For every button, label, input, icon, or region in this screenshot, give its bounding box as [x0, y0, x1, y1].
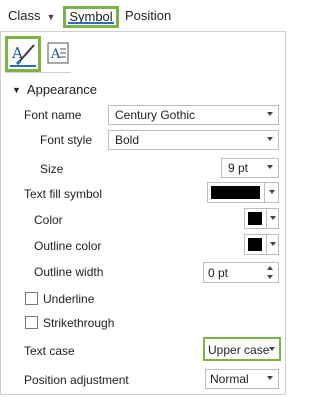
tab-symbol[interactable]: Symbol: [63, 6, 119, 28]
tab-class[interactable]: Class ▼: [8, 6, 55, 28]
size-dropdown[interactable]: 9 pt: [221, 158, 279, 178]
text-frame-icon: A: [47, 42, 69, 64]
text-case-dropdown[interactable]: Upper case: [203, 337, 281, 361]
chevron-down-icon[interactable]: [267, 275, 273, 279]
chevron-down-icon: ▼: [46, 12, 56, 22]
strikethrough-label: Strikethrough: [43, 316, 115, 330]
outline-color-label: Outline color: [34, 239, 102, 253]
chevron-down-icon: [267, 137, 273, 141]
size-label: Size: [40, 162, 64, 176]
underline-label: Underline: [43, 292, 95, 306]
picker-separator: [266, 235, 267, 254]
position-adjustment-label: Position adjustment: [24, 373, 129, 387]
active-tab-indicator: [68, 22, 114, 24]
chevron-down-icon: [270, 242, 276, 246]
tab-formatted-text[interactable]: A: [42, 36, 78, 72]
font-name-label: Font name: [24, 108, 82, 122]
svg-text:A: A: [50, 47, 61, 62]
chevron-down-icon: ▼: [12, 85, 21, 95]
strikethrough-checkbox[interactable]: [25, 316, 38, 329]
color-swatch: [248, 212, 262, 225]
picker-separator: [264, 183, 265, 202]
text-case-value: Upper case: [208, 343, 270, 357]
chevron-down-icon: [269, 190, 275, 194]
text-fill-symbol-picker[interactable]: [207, 182, 279, 203]
text-case-label: Text case: [24, 344, 75, 358]
tab-class-label: Class: [8, 8, 41, 23]
color-label: Color: [34, 213, 63, 227]
chevron-down-icon: [269, 347, 275, 351]
color-picker[interactable]: [244, 208, 279, 229]
underline-checkbox[interactable]: [25, 292, 38, 305]
position-adjustment-value: Normal: [210, 372, 249, 386]
tab-general-text[interactable]: A: [5, 36, 41, 72]
outline-width-label: Outline width: [34, 265, 104, 279]
tab-position-label: Position: [125, 8, 172, 23]
chevron-down-icon: [267, 112, 273, 116]
chevron-down-icon: [270, 216, 276, 220]
outline-color-swatch: [248, 238, 262, 251]
font-style-value: Bold: [115, 133, 140, 147]
outline-width-stepper[interactable]: 0 pt: [203, 262, 279, 283]
active-subtab-indicator: [10, 65, 36, 67]
picker-separator: [266, 209, 267, 228]
symbol-swatch: [211, 186, 260, 199]
text-fill-symbol-label: Text fill symbol: [24, 187, 103, 201]
outline-color-picker[interactable]: [244, 234, 279, 255]
font-name-dropdown[interactable]: Century Gothic: [108, 105, 279, 125]
chevron-down-icon: [267, 165, 273, 169]
appearance-section-header[interactable]: ▼ Appearance: [12, 82, 97, 97]
section-title: Appearance: [26, 82, 98, 97]
chevron-up-icon[interactable]: [267, 266, 273, 270]
chevron-down-icon: [267, 376, 273, 380]
font-style-label: Font style: [40, 133, 93, 147]
position-adjustment-dropdown[interactable]: Normal: [205, 369, 279, 389]
size-value: 9 pt: [228, 161, 249, 175]
tab-position[interactable]: Position: [125, 6, 171, 28]
outline-width-value: 0 pt: [208, 266, 229, 280]
font-name-value: Century Gothic: [115, 108, 196, 122]
font-style-dropdown[interactable]: Bold: [108, 130, 279, 150]
subtab-divider: [5, 72, 71, 73]
